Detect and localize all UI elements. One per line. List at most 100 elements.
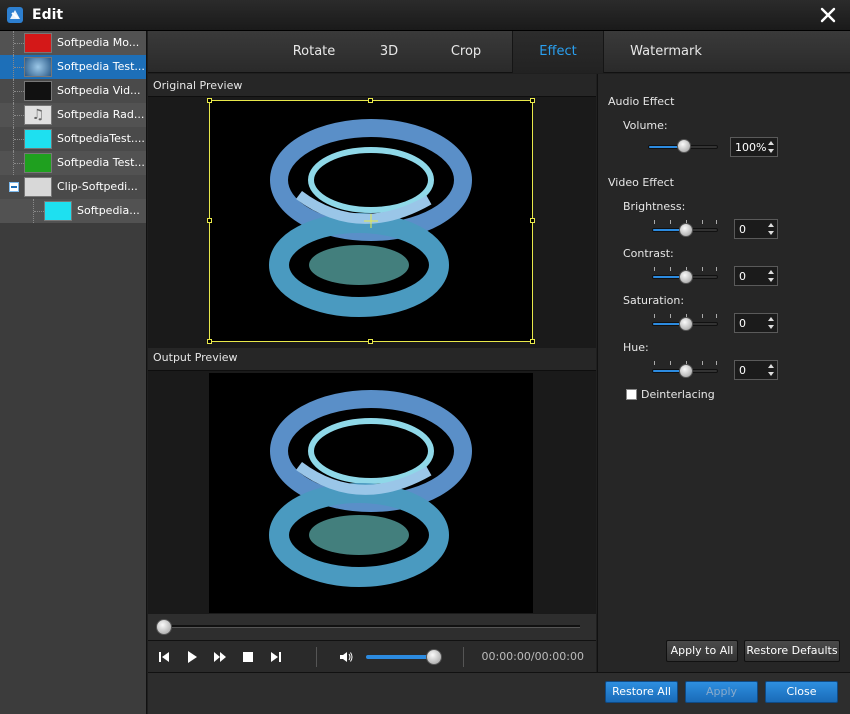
- spin-arrows-icon[interactable]: [768, 315, 774, 331]
- stop-icon[interactable]: [240, 649, 256, 665]
- saturation-spinbox[interactable]: 0: [734, 313, 778, 333]
- tick: [670, 267, 671, 271]
- deinterlacing-label: Deinterlacing: [641, 388, 715, 401]
- tab-effect[interactable]: Effect: [512, 31, 604, 73]
- tab-watermark[interactable]: Watermark: [608, 31, 724, 73]
- file-item[interactable]: Softpedia Mo...: [0, 31, 146, 55]
- tab-crop[interactable]: Crop: [424, 31, 508, 73]
- tree-connector: [14, 43, 24, 44]
- file-item[interactable]: ♫ Softpedia Rad...: [0, 103, 146, 127]
- file-name: Softpedia Test...: [57, 156, 145, 169]
- close-button[interactable]: Close: [765, 681, 838, 703]
- tree-connector: [14, 115, 24, 116]
- hue-label: Hue:: [623, 341, 649, 354]
- clip-group-item[interactable]: Clip-Softpedi...: [0, 175, 146, 199]
- tick: [702, 361, 703, 365]
- music-note-icon: ♫: [24, 105, 52, 125]
- crop-handle[interactable]: [530, 339, 535, 344]
- seek-bar-row: [148, 614, 596, 640]
- saturation-handle[interactable]: [679, 317, 693, 331]
- hue-spinbox[interactable]: 0: [734, 360, 778, 380]
- tick: [654, 220, 655, 224]
- fast-forward-icon[interactable]: [212, 649, 228, 665]
- volume-handle[interactable]: [677, 139, 691, 153]
- file-name: Softpedia Vid...: [57, 84, 141, 97]
- file-name: SoftpediaTest....: [57, 132, 145, 145]
- edit-tab-bar: Rotate 3D Crop Effect Watermark: [148, 31, 850, 73]
- tick: [716, 267, 717, 271]
- file-item[interactable]: Softpedia Test...: [0, 55, 146, 79]
- crop-handle[interactable]: [207, 218, 212, 223]
- player-volume-handle[interactable]: [426, 649, 442, 665]
- file-item[interactable]: Softpedia...: [0, 199, 146, 223]
- brightness-value: 0: [739, 223, 746, 236]
- file-name: Softpedia Rad...: [57, 108, 145, 121]
- tab-3d[interactable]: 3D: [354, 31, 424, 73]
- spin-arrows-icon[interactable]: [768, 362, 774, 378]
- file-item[interactable]: SoftpediaTest....: [0, 127, 146, 151]
- skip-back-icon[interactable]: [156, 649, 172, 665]
- output-video-frame: [209, 373, 533, 613]
- restore-all-button[interactable]: Restore All: [605, 681, 678, 703]
- original-preview-label: Original Preview: [153, 79, 243, 92]
- crosshair-icon: [364, 214, 378, 228]
- spin-arrows-icon[interactable]: [768, 221, 774, 237]
- tick: [702, 314, 703, 318]
- file-item[interactable]: Softpedia Vid...: [0, 79, 146, 103]
- file-item[interactable]: Softpedia Test...: [0, 151, 146, 175]
- contrast-handle[interactable]: [679, 270, 693, 284]
- tick: [670, 361, 671, 365]
- audio-effect-title: Audio Effect: [608, 95, 675, 108]
- divider: [316, 647, 317, 667]
- skip-forward-icon[interactable]: [268, 649, 284, 665]
- tree-connector: [14, 67, 24, 68]
- file-name: Softpedia Mo...: [57, 36, 140, 49]
- crop-handle[interactable]: [368, 98, 373, 103]
- speaker-icon[interactable]: [338, 649, 354, 665]
- tick: [716, 361, 717, 365]
- dialog-footer: Restore All Apply Close: [148, 672, 850, 714]
- tab-rotate[interactable]: Rotate: [274, 31, 354, 73]
- tick: [670, 314, 671, 318]
- contrast-spinbox[interactable]: 0: [734, 266, 778, 286]
- apply-to-all-button[interactable]: Apply to All: [666, 640, 738, 662]
- title-bar: Edit: [0, 0, 850, 31]
- crop-frame[interactable]: [207, 98, 535, 344]
- preview-area: Original Preview Output Preview 00:00:00…: [148, 74, 596, 672]
- crop-handle[interactable]: [207, 98, 212, 103]
- apply-button[interactable]: Apply: [685, 681, 758, 703]
- tick: [654, 267, 655, 271]
- volume-spinbox[interactable]: 100%: [730, 137, 778, 157]
- close-icon[interactable]: [818, 5, 838, 25]
- contrast-label: Contrast:: [623, 247, 674, 260]
- hue-handle[interactable]: [679, 364, 693, 378]
- play-icon[interactable]: [184, 649, 200, 665]
- crop-handle[interactable]: [530, 98, 535, 103]
- tree-connector: [34, 211, 44, 212]
- deinterlacing-checkbox[interactable]: [626, 389, 637, 400]
- file-name: Clip-Softpedi...: [57, 180, 138, 193]
- volume-value: 100%: [735, 141, 767, 154]
- seek-slider[interactable]: [162, 625, 580, 628]
- restore-defaults-button[interactable]: Restore Defaults: [744, 640, 840, 662]
- file-name: Softpedia Test...: [57, 60, 145, 73]
- playback-controls: 00:00:00/00:00:00: [148, 640, 596, 672]
- original-preview-panel: [148, 96, 596, 348]
- video-effect-title: Video Effect: [608, 176, 674, 189]
- divider: [463, 647, 464, 667]
- player-volume-slider[interactable]: [366, 655, 432, 659]
- file-thumbnail: [44, 201, 72, 221]
- file-thumbnail: [24, 129, 52, 149]
- seek-handle[interactable]: [156, 619, 172, 635]
- crop-handle[interactable]: [368, 339, 373, 344]
- brightness-spinbox[interactable]: 0: [734, 219, 778, 239]
- crop-handle[interactable]: [207, 339, 212, 344]
- brightness-handle[interactable]: [679, 223, 693, 237]
- tick: [702, 220, 703, 224]
- output-preview-label: Output Preview: [153, 351, 238, 364]
- crop-handle[interactable]: [530, 218, 535, 223]
- collapse-icon[interactable]: [9, 182, 19, 192]
- spin-arrows-icon[interactable]: [768, 139, 774, 155]
- file-name: Softpedia...: [77, 204, 140, 217]
- spin-arrows-icon[interactable]: [768, 268, 774, 284]
